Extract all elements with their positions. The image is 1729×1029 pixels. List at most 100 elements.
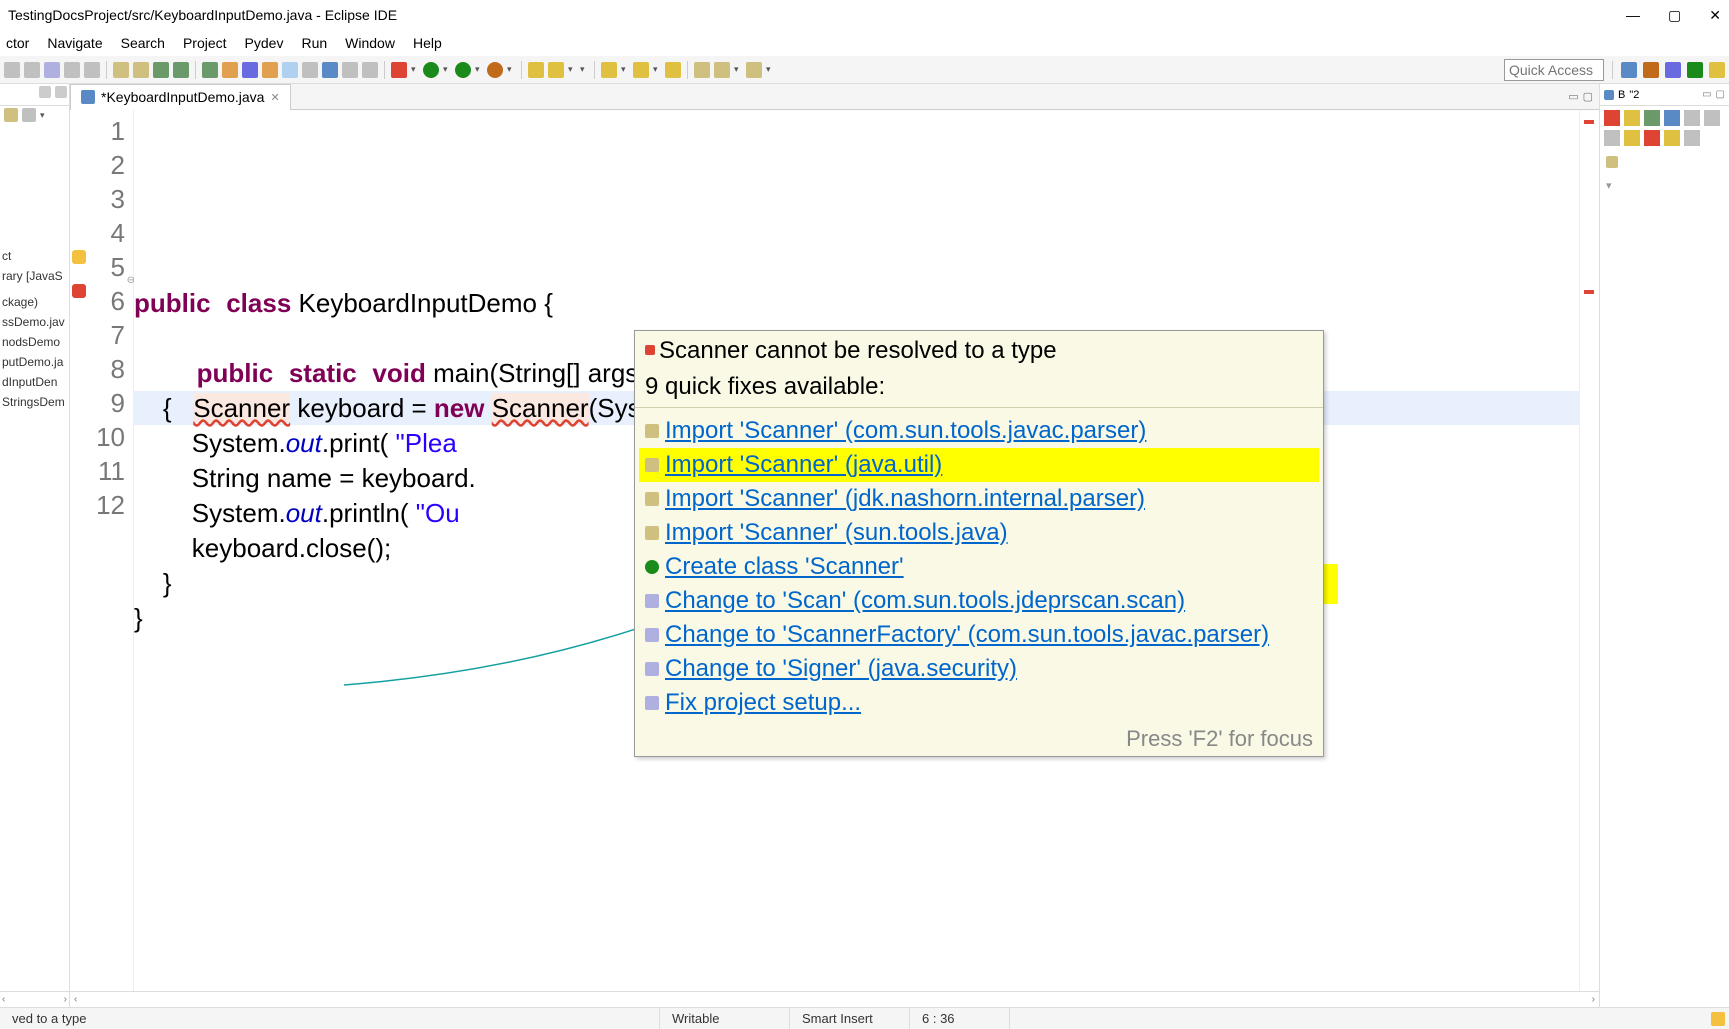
perspective-icon[interactable] <box>1709 62 1725 78</box>
rp-tab[interactable]: "2 <box>1629 89 1639 101</box>
menu-refactor[interactable]: ctor <box>6 35 29 51</box>
tool-icon[interactable] <box>44 62 60 78</box>
maximize-icon[interactable]: ▢ <box>1583 90 1593 103</box>
new-class-icon[interactable] <box>548 62 564 78</box>
back-icon[interactable] <box>694 62 710 78</box>
perspective-icon[interactable] <box>1643 62 1659 78</box>
tool-icon[interactable] <box>601 62 617 78</box>
overview-ruler[interactable] <box>1579 110 1599 991</box>
tool-icon[interactable] <box>1704 110 1720 126</box>
external-icon[interactable] <box>487 62 503 78</box>
outline-dropdown[interactable]: ▾ <box>1600 177 1729 194</box>
run-icon[interactable] <box>423 62 439 78</box>
editor-tab[interactable]: *KeyboardInputDemo.java ✕ <box>70 84 291 110</box>
menu-run[interactable]: Run <box>301 35 327 51</box>
dropdown-icon[interactable] <box>766 62 774 78</box>
dropdown-icon[interactable] <box>568 62 576 78</box>
quickfix-item[interactable]: Change to 'Scan' (com.sun.tools.jdeprsca… <box>639 584 1319 618</box>
debug-icon[interactable] <box>391 62 407 78</box>
tool-icon[interactable] <box>1664 130 1680 146</box>
tool-icon[interactable] <box>665 62 681 78</box>
tool-icon[interactable] <box>633 62 649 78</box>
tree-item[interactable]: ckage) <box>0 292 69 312</box>
error-marker-icon[interactable] <box>72 284 86 298</box>
dropdown-icon[interactable] <box>580 62 588 78</box>
tree-item[interactable]: ssDemo.jav <box>0 312 69 332</box>
tool-icon[interactable] <box>1604 130 1620 146</box>
quickfix-item[interactable]: Create class 'Scanner' <box>639 550 1319 584</box>
quickfix-item[interactable]: Import 'Scanner' (com.sun.tools.javac.pa… <box>639 414 1319 448</box>
tool-icon[interactable] <box>1624 130 1640 146</box>
tool-icon[interactable] <box>746 62 762 78</box>
perspective-icon[interactable] <box>1621 62 1637 78</box>
tool-icon[interactable] <box>222 62 238 78</box>
tree-item[interactable]: putDemo.ja <box>0 352 69 372</box>
tool-icon[interactable] <box>302 62 318 78</box>
rp-tab[interactable]: B <box>1618 89 1625 101</box>
tool-icon[interactable] <box>113 62 129 78</box>
tool-icon[interactable] <box>342 62 358 78</box>
forward-icon[interactable] <box>714 62 730 78</box>
link-icon[interactable] <box>1684 110 1700 126</box>
tool-icon[interactable] <box>362 62 378 78</box>
maximize-icon[interactable]: ▢ <box>1716 89 1725 100</box>
maximize-button[interactable]: ▢ <box>1668 7 1681 24</box>
error-overview-marker[interactable] <box>1584 290 1594 294</box>
filter-icon[interactable] <box>1644 110 1660 126</box>
dropdown-icon[interactable] <box>411 62 419 78</box>
tool-icon[interactable] <box>84 62 100 78</box>
menu-project[interactable]: Project <box>183 35 227 51</box>
tool-icon[interactable] <box>282 62 298 78</box>
tool-icon[interactable] <box>322 62 338 78</box>
link-icon[interactable] <box>4 108 18 122</box>
tool-icon[interactable] <box>1644 130 1660 146</box>
tool-icon[interactable] <box>64 62 80 78</box>
tool-icon[interactable] <box>24 62 40 78</box>
package-icon[interactable] <box>1606 156 1618 168</box>
tool-icon[interactable] <box>133 62 149 78</box>
warning-marker-icon[interactable] <box>72 250 86 264</box>
menu-pydev[interactable]: Pydev <box>245 35 284 51</box>
tree-item[interactable]: ct <box>0 246 69 266</box>
menu-navigate[interactable]: Navigate <box>47 35 102 51</box>
quickfix-item[interactable]: Fix project setup... <box>639 686 1319 720</box>
horizontal-scrollbar[interactable]: ‹› <box>0 991 69 1007</box>
minimize-icon[interactable]: ▭ <box>1568 90 1578 103</box>
quickfix-item[interactable]: Import 'Scanner' (sun.tools.java) <box>639 516 1319 550</box>
tool-icon[interactable] <box>4 62 20 78</box>
tool-icon[interactable] <box>173 62 189 78</box>
dropdown-icon[interactable] <box>507 62 515 78</box>
quickfix-item[interactable]: Import 'Scanner' (jdk.nashorn.internal.p… <box>639 482 1319 516</box>
dropdown-icon[interactable] <box>653 62 661 78</box>
quickfix-item[interactable]: Change to 'ScannerFactory' (com.sun.tool… <box>639 618 1319 652</box>
perspective-icon[interactable] <box>1665 62 1681 78</box>
build-status-icon[interactable] <box>1711 1012 1725 1026</box>
tool-icon[interactable] <box>262 62 278 78</box>
minimize-icon[interactable] <box>39 86 51 98</box>
tool-icon[interactable] <box>202 62 218 78</box>
error-overview-marker[interactable] <box>1584 120 1594 124</box>
tool-icon[interactable] <box>153 62 169 78</box>
tab-close-icon[interactable]: ✕ <box>270 91 279 104</box>
tree-item[interactable]: StringsDem <box>0 392 69 412</box>
minimize-icon[interactable]: ▭ <box>1702 89 1711 100</box>
tool-icon[interactable] <box>1684 130 1700 146</box>
filter-icon[interactable] <box>1664 110 1680 126</box>
tree-item[interactable]: rary [JavaS <box>0 266 69 286</box>
perspective-icon[interactable] <box>1687 62 1703 78</box>
menu-search[interactable]: Search <box>121 35 165 51</box>
dropdown-icon[interactable] <box>443 62 451 78</box>
maximize-icon[interactable] <box>55 86 67 98</box>
tree-item[interactable]: nodsDemo <box>0 332 69 352</box>
dropdown-icon[interactable] <box>621 62 629 78</box>
quick-access-input[interactable] <box>1504 59 1604 81</box>
dropdown-icon[interactable] <box>734 62 742 78</box>
close-button[interactable]: ✕ <box>1709 7 1721 24</box>
minimize-button[interactable]: — <box>1626 7 1640 23</box>
tree-item[interactable]: dInputDen <box>0 372 69 392</box>
menu-window[interactable]: Window <box>345 35 395 51</box>
quickfix-item[interactable]: Change to 'Signer' (java.security) <box>639 652 1319 686</box>
collapse-icon[interactable] <box>22 108 36 122</box>
dropdown-icon[interactable] <box>475 62 483 78</box>
quickfix-item[interactable]: Import 'Scanner' (java.util) <box>639 448 1319 482</box>
